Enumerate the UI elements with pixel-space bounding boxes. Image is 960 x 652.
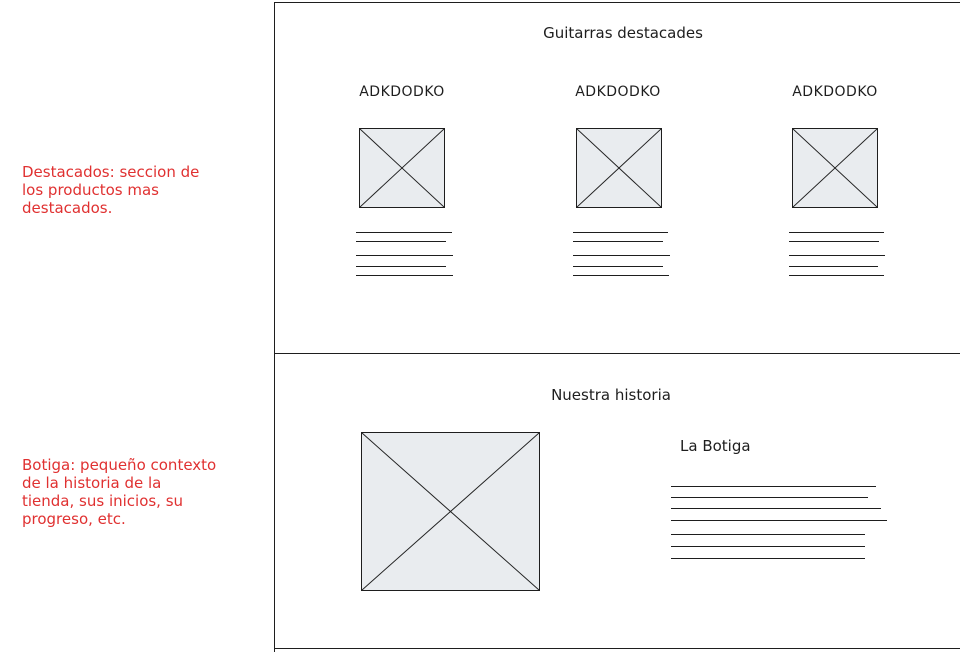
product-image-placeholder-icon[interactable] — [359, 128, 445, 208]
text-line — [573, 266, 663, 267]
text-line — [789, 266, 878, 267]
history-title: Nuestra historia — [551, 386, 671, 404]
product-image-placeholder-icon[interactable] — [576, 128, 662, 208]
product-name: ADKDODKO — [575, 84, 661, 100]
history-subtitle: La Botiga — [680, 437, 751, 455]
text-line — [356, 232, 452, 233]
text-line — [671, 520, 887, 521]
text-line — [671, 508, 881, 509]
text-line — [671, 546, 865, 547]
text-line — [789, 241, 879, 242]
text-line — [573, 232, 668, 233]
text-line — [573, 241, 663, 242]
product-name: ADKDODKO — [359, 84, 445, 100]
text-line — [356, 266, 446, 267]
product-image-placeholder-icon[interactable] — [792, 128, 878, 208]
text-line — [573, 255, 670, 256]
section-divider — [274, 353, 960, 354]
history-image-placeholder-icon[interactable] — [361, 432, 540, 591]
product-name: ADKDODKO — [792, 84, 878, 100]
text-line — [671, 486, 876, 487]
text-line — [356, 275, 453, 276]
text-line — [356, 255, 453, 256]
annotation-destacados: Destacados: seccion de los productos mas… — [22, 163, 200, 217]
featured-title: Guitarras destacades — [543, 24, 703, 42]
text-line — [356, 241, 446, 242]
text-line — [573, 275, 669, 276]
text-line — [671, 558, 865, 559]
text-line — [671, 534, 865, 535]
text-line — [671, 497, 868, 498]
text-line — [789, 255, 885, 256]
annotation-botiga: Botiga: pequeño contexto de la historia … — [22, 456, 217, 528]
section-divider-bottom — [274, 648, 960, 649]
text-line — [789, 275, 884, 276]
text-line — [789, 232, 884, 233]
